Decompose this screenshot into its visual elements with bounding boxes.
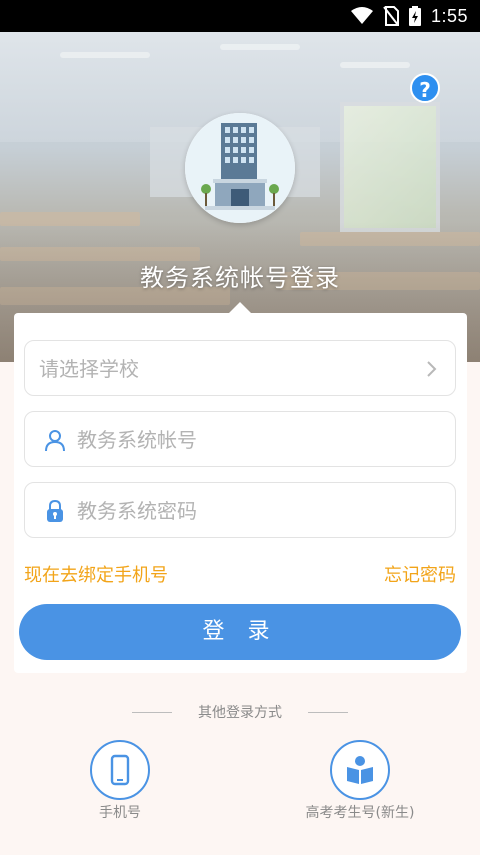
bind-phone-link[interactable]: 现在去绑定手机号: [24, 561, 168, 587]
password-field[interactable]: 教务系统密码: [24, 482, 456, 538]
divider-line-right: [308, 712, 348, 713]
account-placeholder: 教务系统帐号: [77, 428, 197, 452]
help-button[interactable]: ?: [410, 73, 440, 103]
other-login-label: 其他登录方式: [198, 705, 282, 721]
school-select[interactable]: 请选择学校: [24, 340, 456, 396]
reader-icon: [347, 756, 373, 784]
exam-number-login-option[interactable]: 高考考生号(新生): [300, 740, 420, 822]
forgot-password-link[interactable]: 忘记密码: [384, 561, 456, 587]
phone-login-circle[interactable]: [90, 740, 150, 800]
status-time: 1:55: [430, 5, 468, 26]
lock-icon: [47, 499, 63, 522]
login-button[interactable]: 登 录: [19, 604, 461, 660]
wifi-icon: [350, 7, 373, 24]
building-icon: [185, 113, 295, 223]
exam-number-login-label: 高考考生号(新生): [305, 805, 415, 821]
battery-charging-icon: [408, 6, 421, 26]
page-title: 教务系统帐号登录: [140, 264, 340, 292]
exam-number-login-circle[interactable]: [330, 740, 390, 800]
user-icon: [45, 430, 65, 452]
phone-login-option[interactable]: 手机号: [60, 740, 180, 822]
school-select-placeholder: 请选择学校: [39, 357, 139, 381]
chevron-right-icon: [427, 361, 437, 377]
school-building-logo: [185, 113, 295, 223]
account-field[interactable]: 教务系统帐号: [24, 411, 456, 467]
login-card: 请选择学校 教务系统帐号 教务系统密码 现在去绑定手机号 忘记密码 登 录: [14, 313, 467, 673]
password-placeholder: 教务系统密码: [77, 499, 197, 523]
no-sim-icon: [383, 6, 399, 26]
status-bar: 1:55: [0, 0, 480, 32]
phone-login-label: 手机号: [99, 805, 141, 821]
card-pointer: [229, 302, 251, 313]
other-login-divider: 其他登录方式: [0, 703, 480, 723]
phone-icon: [110, 754, 130, 786]
